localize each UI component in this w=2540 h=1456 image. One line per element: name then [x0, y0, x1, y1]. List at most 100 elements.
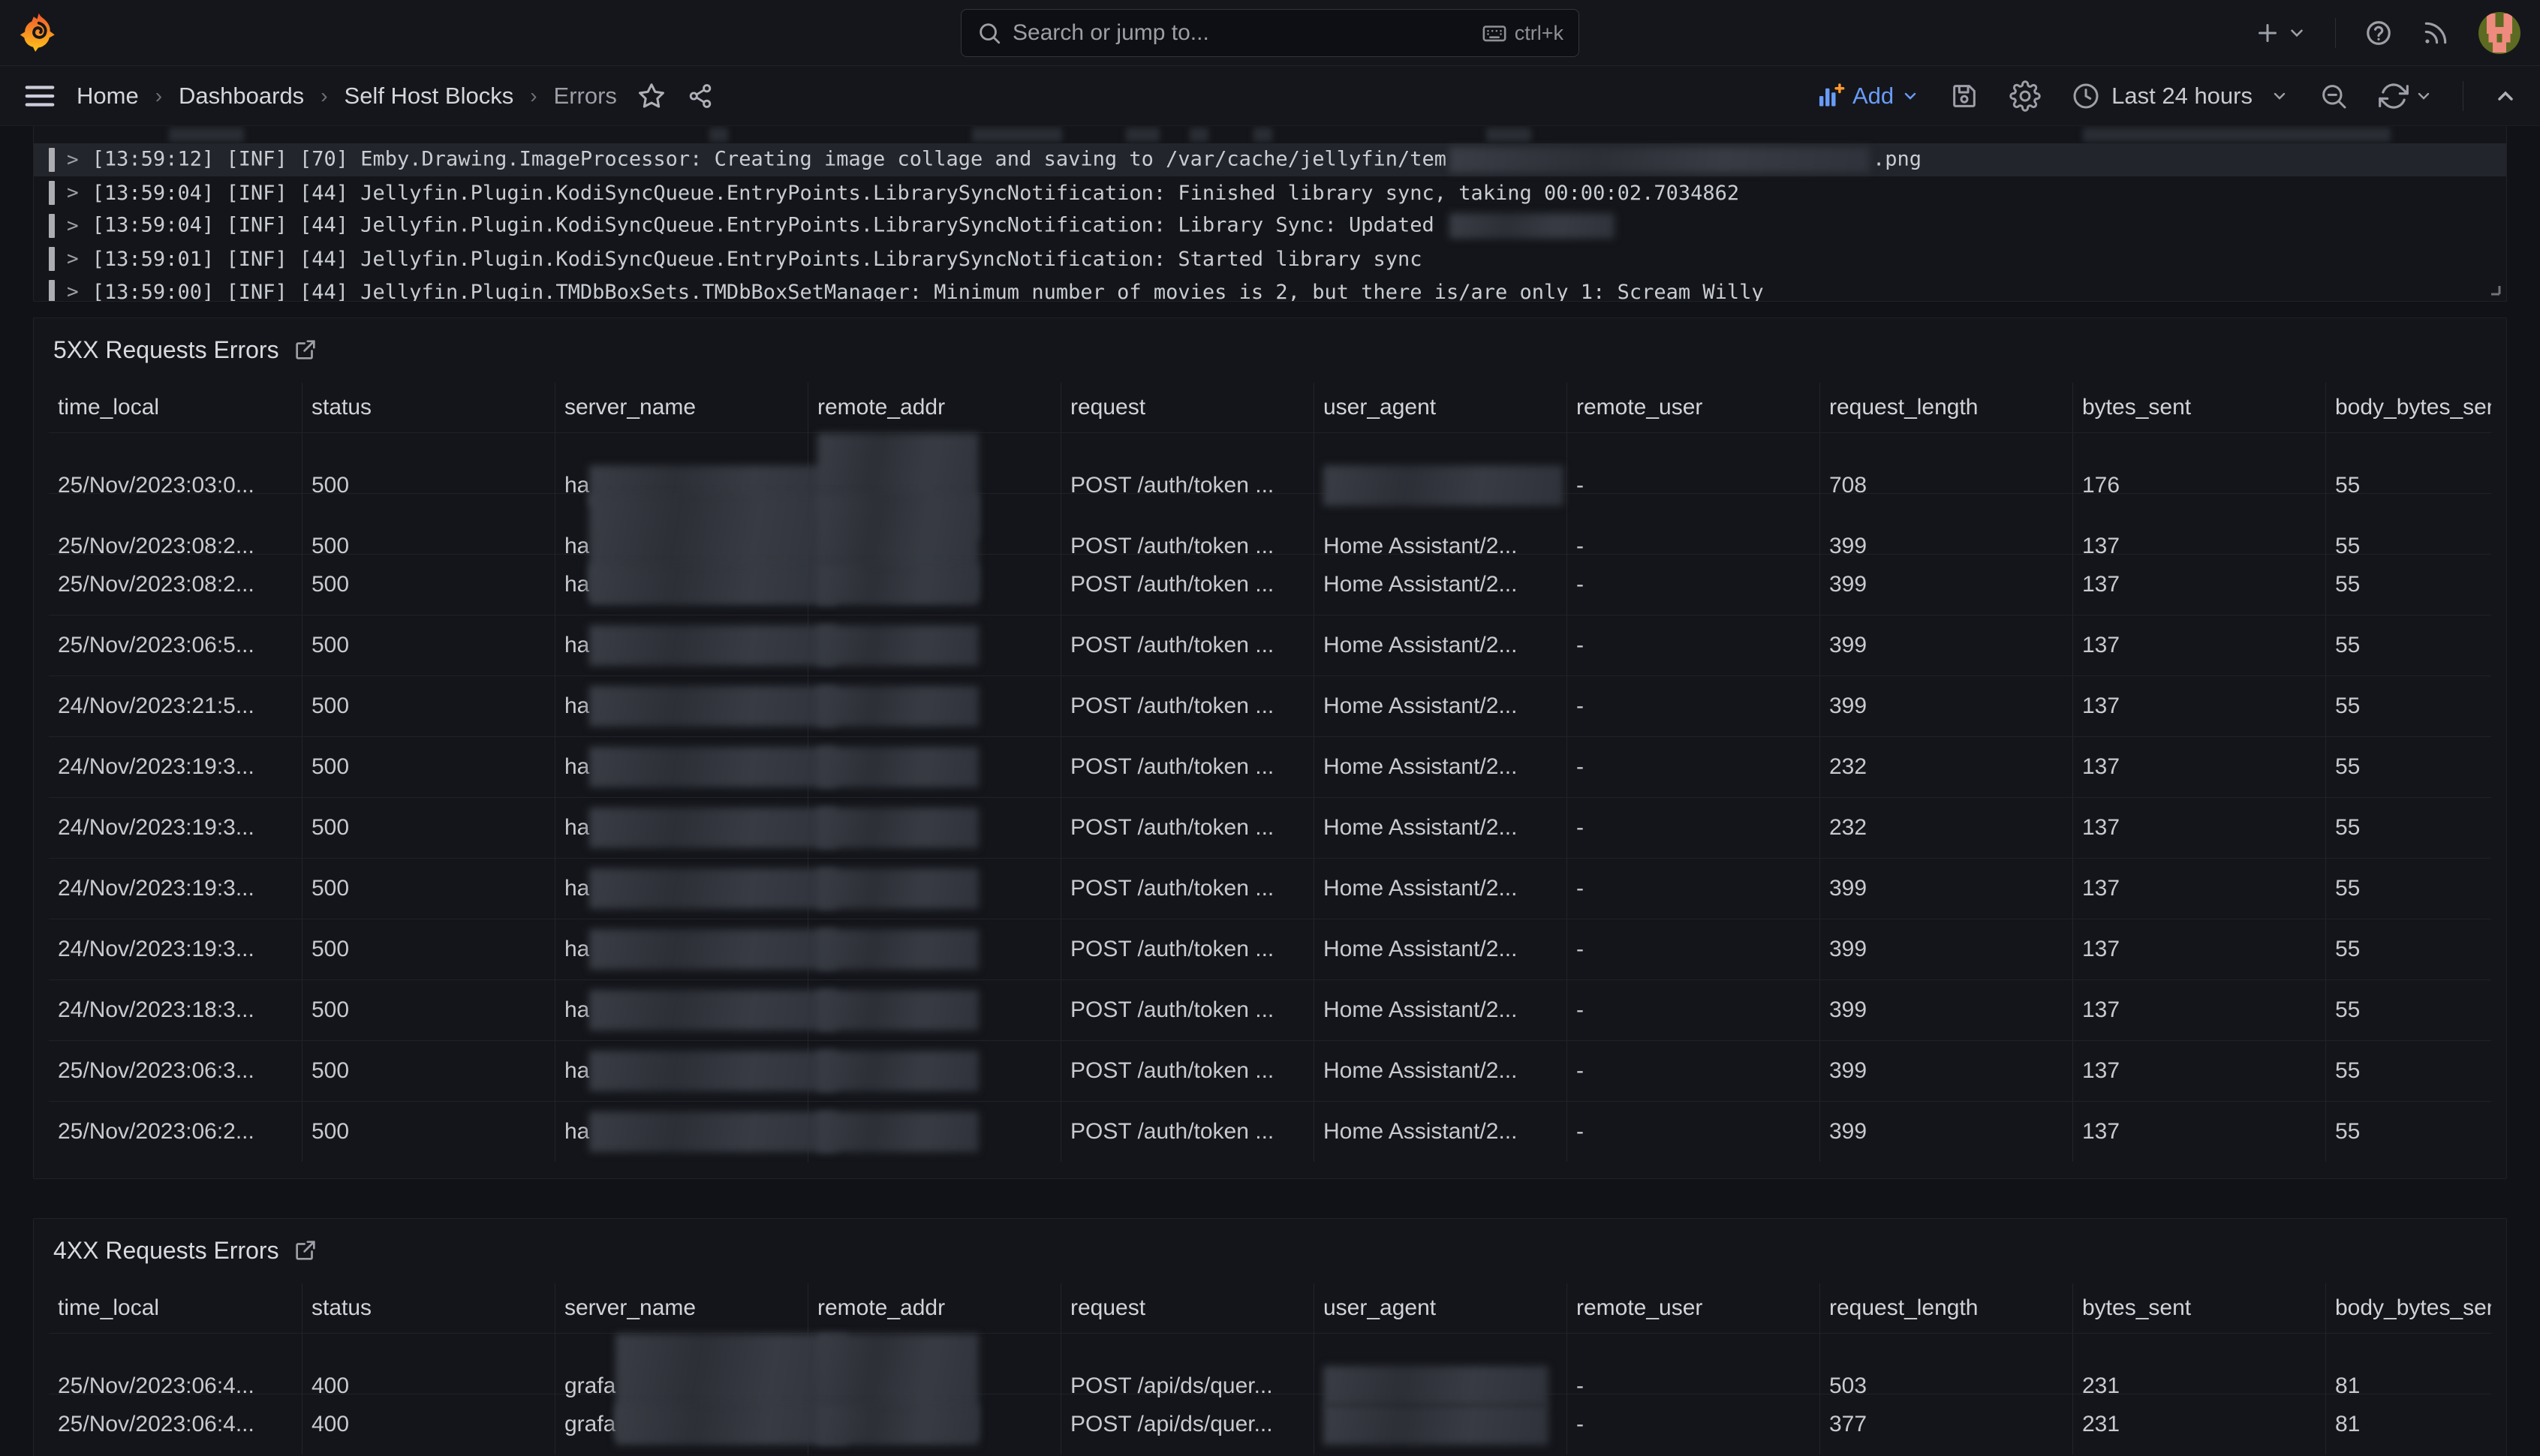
log-row[interactable]: > [13:59:04] [INF] [44] Jellyfin.Plugin.K… [34, 209, 2506, 242]
column-header[interactable]: remote_addr [808, 1283, 1061, 1333]
user-avatar[interactable] [2478, 12, 2520, 54]
column-header[interactable]: user_agent [1314, 1283, 1566, 1333]
table-header-row: time_localstatusserver_nameremote_addrre… [49, 383, 2491, 432]
table-cell: 137 [2072, 919, 2325, 979]
star-icon[interactable] [637, 81, 667, 111]
column-header[interactable]: server_name [555, 383, 808, 432]
panel-title[interactable]: 4XX Requests Errors [53, 1237, 279, 1265]
zoom-out-icon[interactable] [2319, 81, 2349, 111]
column-header[interactable]: remote_user [1566, 1283, 1819, 1333]
breadcrumb-dashboards[interactable]: Dashboards [179, 83, 304, 110]
table-row: 25/Nov/2023:06:3...500haPOST /auth/token… [49, 1040, 2491, 1101]
column-header[interactable]: request [1061, 383, 1314, 432]
column-header[interactable]: request [1061, 1283, 1314, 1333]
expand-chevron-icon[interactable]: > [67, 149, 79, 171]
table-cell [808, 1102, 1061, 1162]
table-cell: POST /auth/token ... [1061, 798, 1314, 858]
log-row[interactable]: >[13:59:00] [INF] [44] Jellyfin.Plugin.T… [34, 275, 2506, 302]
table-cell: 500 [302, 1041, 555, 1101]
column-header[interactable]: bytes_sent [2072, 1283, 2325, 1333]
table-cell: - [1566, 798, 1819, 858]
save-icon[interactable] [1949, 81, 1979, 111]
log-line-text: [13:59:04] [INF] [44] Jellyfin.Plugin.Ko… [92, 213, 1618, 239]
panel-resize-handle[interactable] [2487, 282, 2502, 297]
column-header[interactable]: body_bytes_sent [2325, 1283, 2491, 1333]
column-header[interactable]: bytes_sent [2072, 383, 2325, 432]
expand-chevron-icon[interactable]: > [67, 281, 79, 302]
table-cell: 137 [2072, 676, 2325, 736]
table-cell: - [1566, 859, 1819, 919]
grafana-logo[interactable] [20, 12, 57, 54]
breadcrumb-home[interactable]: Home [77, 83, 139, 110]
refresh-button[interactable] [2379, 81, 2433, 111]
table-cell: Home Assistant/2... [1314, 859, 1566, 919]
redacted-text [589, 564, 837, 605]
table-cell: POST /auth/token ... [1061, 1041, 1314, 1101]
expand-chevron-icon[interactable]: > [67, 215, 79, 237]
expand-chevron-icon[interactable]: > [67, 248, 79, 270]
breadcrumb: Home › Dashboards › Self Host Blocks › E… [77, 83, 617, 110]
log-line-text: [13:59:12] [INF] [70] Emby.Drawing.Image… [92, 147, 1922, 173]
table-cell: ha [555, 615, 808, 675]
column-header[interactable]: remote_user [1566, 383, 1819, 432]
table-cell: 500 [302, 798, 555, 858]
redacted-text [817, 808, 979, 848]
time-range-picker[interactable]: Last 24 hours [2071, 81, 2289, 111]
redacted-text [589, 868, 837, 909]
log-row[interactable]: > [13:59:04] [INF] [44] Jellyfin.Plugin.K… [34, 176, 2506, 209]
breadcrumb-folder[interactable]: Self Host Blocks [345, 83, 514, 110]
redacted-text [1486, 128, 1531, 142]
redacted-text [817, 686, 979, 726]
table-cell: 500 [302, 980, 555, 1040]
column-header[interactable]: body_bytes_sent [2325, 383, 2491, 432]
redacted-text [615, 1404, 848, 1445]
table-cell: ha [555, 676, 808, 736]
search-input[interactable] [1013, 20, 1471, 46]
share-icon[interactable] [686, 82, 715, 110]
log-line-text: [13:59:04] [INF] [44] Jellyfin.Plugin.Ko… [92, 182, 1739, 205]
table-row: 24/Nov/2023:19:3...500haPOST /auth/token… [49, 919, 2491, 979]
log-row[interactable]: > [13:59:12] [INF] [70] Emby.Drawing.Imag… [34, 143, 2506, 176]
redacted-text [1323, 465, 1563, 506]
table-row: 25/Nov/2023:06:4...400grafaPOST /api/ds/… [49, 1333, 2491, 1394]
log-row[interactable]: >[13:59:01] [INF] [44] Jellyfin.Plugin.K… [34, 242, 2506, 275]
search-bar[interactable]: ctrl+k [961, 9, 1579, 57]
add-panel-button[interactable]: Add [1816, 82, 1919, 110]
table-cell: Home Assistant/2... [1314, 980, 1566, 1040]
column-header[interactable]: server_name [555, 1283, 808, 1333]
column-header[interactable]: request_length [1819, 1283, 2072, 1333]
menu-icon[interactable] [23, 79, 57, 113]
table-row: 24/Nov/2023:19:3...500haPOST /auth/token… [49, 736, 2491, 797]
panel-title[interactable]: 5XX Requests Errors [53, 336, 279, 364]
column-header[interactable]: remote_addr [808, 383, 1061, 432]
external-link-icon[interactable] [293, 337, 318, 362]
panel-5xx-requests-errors: 5XX Requests Errors time_localstatusserv… [33, 317, 2507, 1179]
column-header[interactable]: status [302, 1283, 555, 1333]
column-header[interactable]: user_agent [1314, 383, 1566, 432]
plus-icon [2254, 20, 2281, 47]
table-cell: 399 [1819, 1102, 2072, 1162]
external-link-icon[interactable] [293, 1238, 318, 1263]
table-cell: 500 [302, 919, 555, 979]
expand-chevron-icon[interactable]: > [67, 182, 79, 204]
new-button[interactable] [2254, 20, 2307, 47]
logs-panel: > [13:59:12] [INF] [70] Emby.Drawing.Imag… [33, 126, 2507, 302]
errors-table-4xx: time_localstatusserver_nameremote_addrre… [49, 1283, 2491, 1454]
column-header[interactable]: request_length [1819, 383, 2072, 432]
table-cell: - [1566, 676, 1819, 736]
help-button[interactable] [2364, 19, 2393, 47]
table-cell: 137 [2072, 859, 2325, 919]
table-cell: POST /auth/token ... [1061, 1102, 1314, 1162]
column-header[interactable]: time_local [49, 383, 302, 432]
table-cell: - [1566, 1102, 1819, 1162]
table-cell: 500 [302, 676, 555, 736]
table-cell: POST /auth/token ... [1061, 980, 1314, 1040]
redacted-text [817, 990, 979, 1030]
settings-gear-icon[interactable] [2009, 80, 2041, 112]
table-row: 25/Nov/2023:06:4...400grafaPOST /api/ds/… [49, 1394, 2491, 1454]
column-header[interactable]: status [302, 383, 555, 432]
collapse-caret-icon[interactable] [2493, 84, 2517, 108]
column-header[interactable]: time_local [49, 1283, 302, 1333]
table-cell: 232 [1819, 798, 2072, 858]
news-button[interactable] [2421, 19, 2450, 47]
